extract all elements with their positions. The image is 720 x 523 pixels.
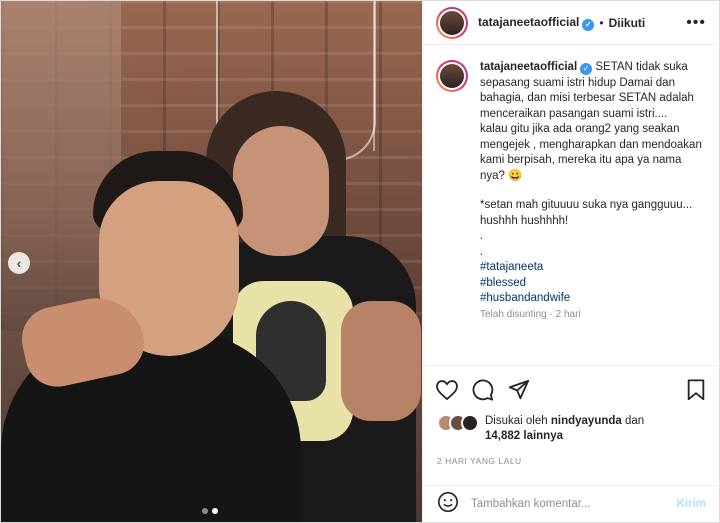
chevron-left-icon[interactable]: ‹ (8, 252, 30, 274)
caption-line: kalau gitu jika ada orang2 yang seakan m… (480, 123, 702, 182)
caption-username[interactable]: tatajaneetaofficial (480, 61, 577, 73)
woman-face (233, 126, 329, 256)
edited-label: Telah disunting · 2 hari (480, 308, 581, 320)
hashtag-link[interactable]: #husbandandwife (480, 291, 708, 307)
woman-arm (341, 301, 421, 421)
comment-input[interactable] (471, 498, 677, 510)
emoji-icon[interactable] (437, 491, 459, 518)
carousel-dot (202, 508, 208, 514)
liker-avatar[interactable] (461, 414, 479, 432)
likes-text: Disukai oleh nindyayunda dan 14,882 lain… (485, 415, 645, 442)
liker-username-link[interactable]: nindyayunda (551, 415, 622, 427)
post-photo[interactable]: ‹ (1, 1, 422, 522)
wire-lamp-edge (373, 1, 422, 151)
post-header: tatajaneetaofficial ✓ • Diikuti ••• (423, 1, 720, 45)
hashtag-link[interactable]: #blessed (480, 276, 708, 292)
verified-badge-icon: ✓ (582, 18, 595, 31)
caption-line: . (480, 245, 484, 258)
caption-area: tatajaneetaofficial ✓ SETAN tidak suka se… (423, 46, 720, 364)
likes-summary: Disukai oleh nindyayunda dan 14,882 lain… (437, 414, 712, 444)
following-button[interactable]: Diikuti (609, 16, 646, 30)
comment-icon[interactable] (471, 378, 495, 402)
avatar[interactable] (436, 6, 468, 39)
bookmark-icon[interactable] (684, 378, 708, 402)
verified-badge-icon: ✓ (580, 63, 593, 75)
caption: tatajaneetaofficial ✓ SETAN tidak suka se… (480, 60, 708, 364)
action-bar (423, 365, 720, 413)
post-side-panel: tatajaneetaofficial ✓ • Diikuti ••• tataj… (422, 1, 720, 522)
heart-icon[interactable] (435, 378, 459, 402)
post-comment-button[interactable]: Kirim (677, 498, 706, 510)
username-link[interactable]: tatajaneetaofficial ✓ (478, 15, 595, 31)
share-icon[interactable] (507, 378, 531, 402)
separator: • (599, 15, 604, 30)
carousel-dot-active (212, 508, 218, 514)
comment-bar: Kirim (423, 485, 720, 522)
post-timestamp[interactable]: 2 HARI YANG LALU (437, 456, 522, 466)
more-options-icon[interactable]: ••• (686, 14, 706, 32)
caption-line: . (480, 230, 484, 242)
hashtag-link[interactable]: #tatajaneeta (480, 260, 708, 276)
caption-avatar[interactable] (436, 60, 468, 92)
caption-line: *setan mah gituuuu suka nya gangguuu... … (480, 199, 693, 227)
carousel-dots (202, 508, 218, 514)
like-count-link[interactable]: 14,882 lainnya (485, 430, 563, 442)
